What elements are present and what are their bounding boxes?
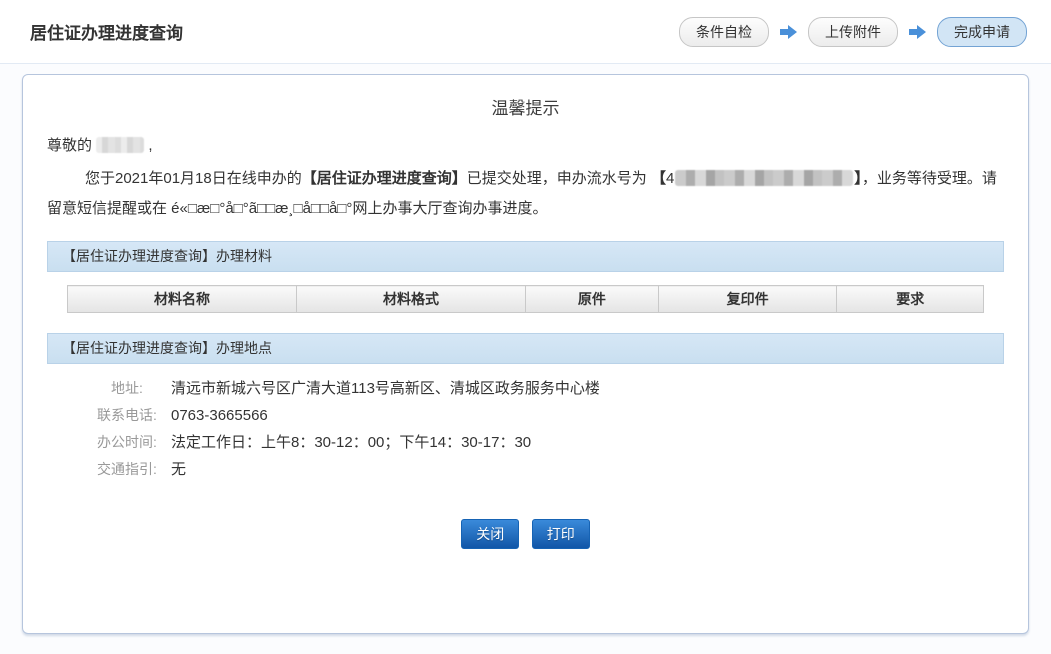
bracket-open: 【	[651, 170, 666, 187]
close-button[interactable]: 关闭	[461, 519, 519, 549]
notice-panel: 温馨提示 尊敬的 , 您于2021年01月18日在线申办的【居住证办理进度查询】…	[22, 74, 1029, 634]
col-material-format: 材料格式	[297, 286, 526, 313]
service-name-bold: 【居住证办理进度查询】	[302, 170, 467, 187]
field-value: 清远市新城六号区广清大道113号高新区、清城区政务服务中心楼	[171, 379, 600, 398]
greeting-suffix: ,	[148, 137, 152, 154]
paragraph-text: 网上办事大厅查询办事进度。	[352, 200, 547, 217]
notice-title: 温馨提示	[47, 75, 1004, 119]
col-material-name: 材料名称	[68, 286, 297, 313]
steps-nav: 条件自检 上传附件 完成申请	[679, 17, 1027, 47]
print-button[interactable]: 打印	[532, 519, 590, 549]
greeting-prefix: 尊敬的	[47, 137, 92, 154]
action-buttons: 关闭 打印	[47, 519, 1004, 549]
step-condition-check[interactable]: 条件自检	[679, 17, 769, 47]
step-upload-attachment[interactable]: 上传附件	[808, 17, 898, 47]
paragraph-text: 您于2021年01月18日在线申办的	[85, 170, 302, 187]
content-area: 温馨提示 尊敬的 , 您于2021年01月18日在线申办的【居住证办理进度查询】…	[0, 64, 1051, 654]
page-title: 居住证办理进度查询	[30, 19, 183, 44]
field-value: 0763-3665566	[171, 406, 268, 425]
materials-table: 材料名称 材料格式 原件 复印件 要求	[67, 285, 984, 313]
garbled-site-name: é«□æ□°å□°ã□□æ¸□å□□å□°	[171, 200, 352, 217]
redacted-serial-number	[675, 170, 853, 186]
field-row-office-hours: 办公时间: 法定工作日：上午8：30-12：00；下午14：30-17：30	[97, 433, 1004, 452]
field-label: 联系电话:	[97, 406, 157, 425]
serial-prefix: 4	[666, 170, 674, 187]
paragraph-text: 已提交处理，申办流水号为	[467, 170, 651, 187]
section-header-materials: 【居住证办理进度查询】办理材料	[47, 241, 1004, 272]
bracket-close: 】	[854, 170, 862, 187]
page: 居住证办理进度查询 条件自检 上传附件 完成申请 温馨提示 尊敬的 , 您于20…	[0, 0, 1051, 654]
field-label: 交通指引:	[97, 460, 157, 479]
greeting-line: 尊敬的 ,	[47, 134, 1004, 155]
col-photocopy: 复印件	[658, 286, 837, 313]
step-complete-application[interactable]: 完成申请	[937, 17, 1027, 47]
col-requirement: 要求	[837, 286, 984, 313]
arrow-right-icon	[780, 25, 797, 39]
location-details: 地址: 清远市新城六号区广清大道113号高新区、清城区政务服务中心楼 联系电话:…	[97, 379, 1004, 479]
field-label: 办公时间:	[97, 433, 157, 452]
table-empty-body	[67, 313, 984, 333]
field-value: 无	[171, 460, 186, 479]
materials-table-wrap: 材料名称 材料格式 原件 复印件 要求	[67, 285, 984, 333]
section-header-location: 【居住证办理进度查询】办理地点	[47, 333, 1004, 364]
table-header-row: 材料名称 材料格式 原件 复印件 要求	[68, 286, 984, 313]
field-value: 法定工作日：上午8：30-12：00；下午14：30-17：30	[171, 433, 531, 452]
field-row-phone: 联系电话: 0763-3665566	[97, 406, 1004, 425]
redacted-user-name	[96, 137, 144, 153]
field-row-transport-guide: 交通指引: 无	[97, 460, 1004, 479]
field-label: 地址:	[97, 379, 157, 398]
top-bar: 居住证办理进度查询 条件自检 上传附件 完成申请	[0, 0, 1051, 64]
field-row-address: 地址: 清远市新城六号区广清大道113号高新区、清城区政务服务中心楼	[97, 379, 1004, 398]
col-original: 原件	[526, 286, 659, 313]
notice-paragraph: 您于2021年01月18日在线申办的【居住证办理进度查询】已提交处理，申办流水号…	[47, 164, 1004, 224]
arrow-right-icon	[909, 25, 926, 39]
